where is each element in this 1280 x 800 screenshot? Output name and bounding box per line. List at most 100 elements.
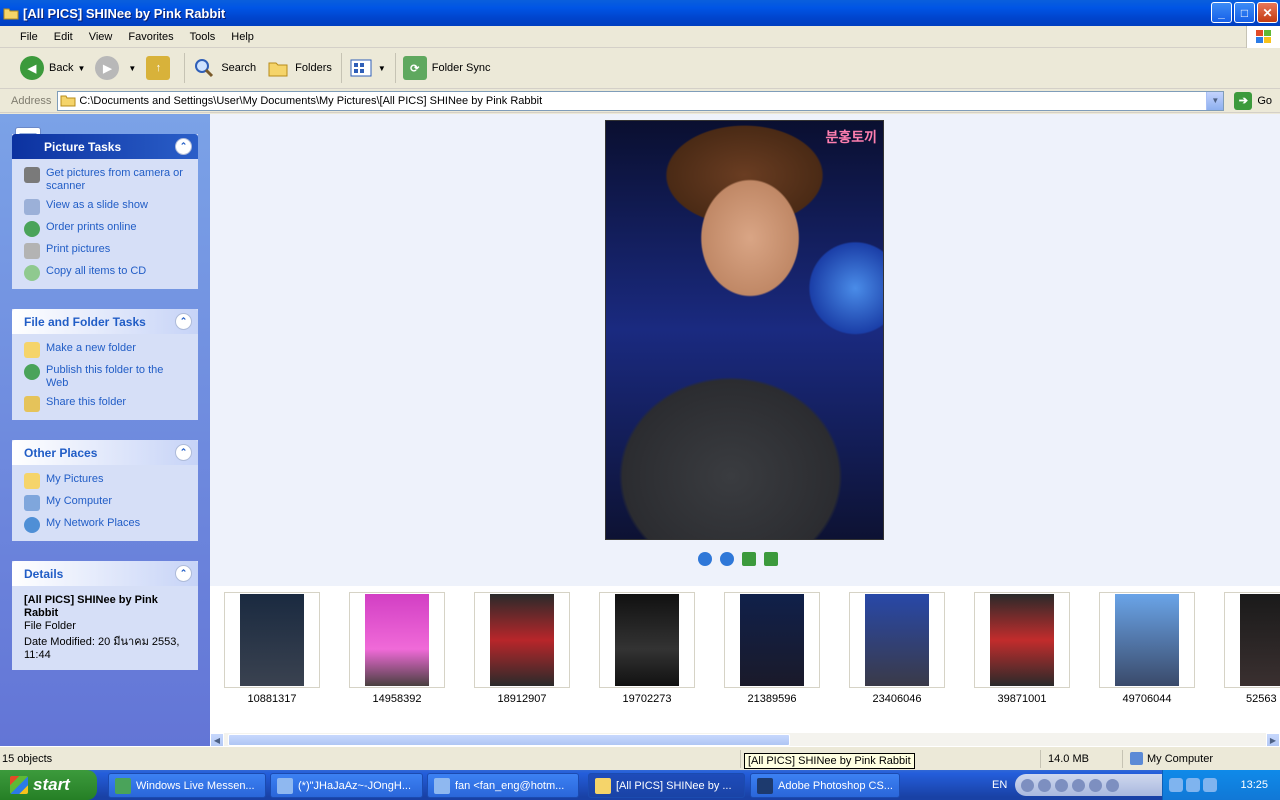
address-dropdown-button[interactable]: ▼ xyxy=(1206,91,1224,110)
photoshop-icon xyxy=(757,777,773,794)
search-icon xyxy=(192,56,216,80)
title-bar[interactable]: [All PICS] SHINee by Pink Rabbit _ □ ✕ xyxy=(0,0,1280,26)
menu-view[interactable]: View xyxy=(81,31,121,43)
task-pane: Picture Tasks ⌃ Get pictures from camera… xyxy=(0,114,210,746)
thumbnail[interactable] xyxy=(224,592,320,688)
task-copy-to-cd[interactable]: Copy all items to CD xyxy=(24,265,188,281)
publish-web-icon xyxy=(24,364,40,380)
thumbnail[interactable] xyxy=(724,592,820,688)
taskbar-button-label: [All PICS] SHINee by ... xyxy=(616,779,732,792)
task-order-prints[interactable]: Order prints online xyxy=(24,221,188,237)
up-folder-button[interactable]: ↑ xyxy=(142,51,179,85)
chevron-down-icon[interactable]: ▼ xyxy=(128,64,136,73)
search-button[interactable]: Search xyxy=(188,51,260,85)
task-label: Order prints online xyxy=(46,221,137,233)
new-folder-icon xyxy=(24,342,40,358)
task-label: Copy all items to CD xyxy=(46,265,147,277)
task-print-pictures[interactable]: Print pictures xyxy=(24,243,188,259)
other-places-header[interactable]: Other Places ⌃ xyxy=(12,440,198,465)
thumbnail-label: 19702273 xyxy=(622,693,672,705)
clock[interactable]: 13:25 xyxy=(1240,779,1268,791)
menu-favorites[interactable]: Favorites xyxy=(120,31,181,43)
task-publish-web[interactable]: Publish this folder to the Web xyxy=(24,364,188,390)
thumbnail-image xyxy=(990,594,1054,686)
scroll-left-button[interactable]: ◀ xyxy=(210,733,224,747)
thumbnail-image xyxy=(615,594,679,686)
place-network[interactable]: My Network Places xyxy=(24,517,188,533)
status-bar: 15 objects [All PICS] SHINee by Pink Rab… xyxy=(0,746,1280,770)
rotate-counterclockwise-button[interactable] xyxy=(764,552,778,566)
task-get-pictures[interactable]: Get pictures from camera or scanner xyxy=(24,167,188,193)
thumbnail[interactable] xyxy=(849,592,945,688)
collapse-icon[interactable]: ⌃ xyxy=(175,565,192,582)
taskbar: start Windows Live Messen... (*)"JHaJaAz… xyxy=(0,770,1280,800)
details-header[interactable]: Details ⌃ xyxy=(12,561,198,586)
address-input[interactable]: C:\Documents and Settings\User\My Docume… xyxy=(57,90,1225,111)
language-indicator[interactable]: EN xyxy=(992,779,1007,791)
media-prev-icon[interactable] xyxy=(1021,778,1035,792)
media-pause-icon[interactable] xyxy=(1038,778,1052,792)
media-next-track-icon[interactable] xyxy=(1089,778,1103,792)
next-image-button[interactable] xyxy=(720,552,734,566)
windows-logo-icon xyxy=(1246,26,1280,48)
collapse-icon[interactable]: ⌃ xyxy=(175,313,192,330)
image-preview[interactable]: 분홍토끼 xyxy=(605,120,884,540)
media-player-toolbar xyxy=(1015,774,1184,796)
menu-help[interactable]: Help xyxy=(223,31,262,43)
file-folder-tasks-header[interactable]: File and Folder Tasks ⌃ xyxy=(12,309,198,334)
thumbnail[interactable] xyxy=(1224,592,1280,688)
preview-photo: 분홍토끼 xyxy=(606,121,883,539)
rotate-clockwise-button[interactable] xyxy=(742,552,756,566)
computer-icon xyxy=(1130,752,1143,765)
taskbar-button-messenger[interactable]: Windows Live Messen... xyxy=(108,773,266,798)
collapse-icon[interactable]: ⌃ xyxy=(175,444,192,461)
maximize-button[interactable]: □ xyxy=(1234,2,1255,23)
thumbnail[interactable] xyxy=(349,592,445,688)
forward-button[interactable]: ▶ ▼ xyxy=(91,51,140,85)
task-slide-show[interactable]: View as a slide show xyxy=(24,199,188,215)
menu-file[interactable]: File xyxy=(12,31,46,43)
taskbar-button-explorer[interactable]: [All PICS] SHINee by ... xyxy=(588,773,745,798)
toolbar-separator xyxy=(340,53,342,83)
thumbnail[interactable] xyxy=(974,592,1070,688)
scroll-right-button[interactable]: ▶ xyxy=(1266,733,1280,747)
media-stop-icon[interactable] xyxy=(1055,778,1069,792)
folders-button[interactable]: Folders xyxy=(262,51,336,85)
thumbnail-image xyxy=(365,594,429,686)
media-prev-track-icon[interactable] xyxy=(1072,778,1086,792)
close-button[interactable]: ✕ xyxy=(1257,2,1278,23)
tray-volume-icon[interactable] xyxy=(1203,778,1217,792)
minimize-button[interactable]: _ xyxy=(1211,2,1232,23)
task-share-folder[interactable]: Share this folder xyxy=(24,396,188,412)
printer-icon xyxy=(24,243,40,259)
menu-edit[interactable]: Edit xyxy=(46,31,81,43)
toolbar-separator xyxy=(184,53,186,83)
views-button[interactable]: ▼ xyxy=(345,51,390,85)
tray-network-icon[interactable] xyxy=(1186,778,1200,792)
thumbnail-image xyxy=(740,594,804,686)
thumbnail[interactable] xyxy=(599,592,695,688)
folder-sync-button[interactable]: ⟳ Folder Sync xyxy=(399,51,495,85)
taskbar-button-photoshop[interactable]: Adobe Photoshop CS... xyxy=(750,773,900,798)
picture-tasks-header[interactable]: Picture Tasks ⌃ xyxy=(12,134,198,159)
chevron-down-icon[interactable]: ▼ xyxy=(378,64,386,73)
place-my-computer[interactable]: My Computer xyxy=(24,495,188,511)
thumbnail[interactable] xyxy=(1099,592,1195,688)
thumbnail-label: 49706044 xyxy=(1122,693,1172,705)
scrollbar-thumb[interactable] xyxy=(228,734,790,746)
menu-tools[interactable]: Tools xyxy=(182,31,224,43)
task-new-folder[interactable]: Make a new folder xyxy=(24,342,188,358)
chevron-down-icon[interactable]: ▼ xyxy=(77,64,85,73)
collapse-icon[interactable]: ⌃ xyxy=(175,138,192,155)
media-volume-icon[interactable] xyxy=(1106,778,1120,792)
horizontal-scrollbar[interactable]: ◀ ▶ xyxy=(210,732,1280,747)
start-button[interactable]: start xyxy=(0,770,97,800)
place-my-pictures[interactable]: My Pictures xyxy=(24,473,188,489)
taskbar-button-email[interactable]: fan <fan_eng@hotm... xyxy=(427,773,579,798)
previous-image-button[interactable] xyxy=(698,552,712,566)
taskbar-button-chat[interactable]: (*)"JHaJaAz~-JOngH... xyxy=(270,773,423,798)
thumbnail[interactable] xyxy=(474,592,570,688)
go-button[interactable]: ➔ Go xyxy=(1234,91,1272,110)
back-button[interactable]: ◀ Back ▼ xyxy=(16,51,89,85)
tray-arrow-icon[interactable] xyxy=(1169,778,1183,792)
